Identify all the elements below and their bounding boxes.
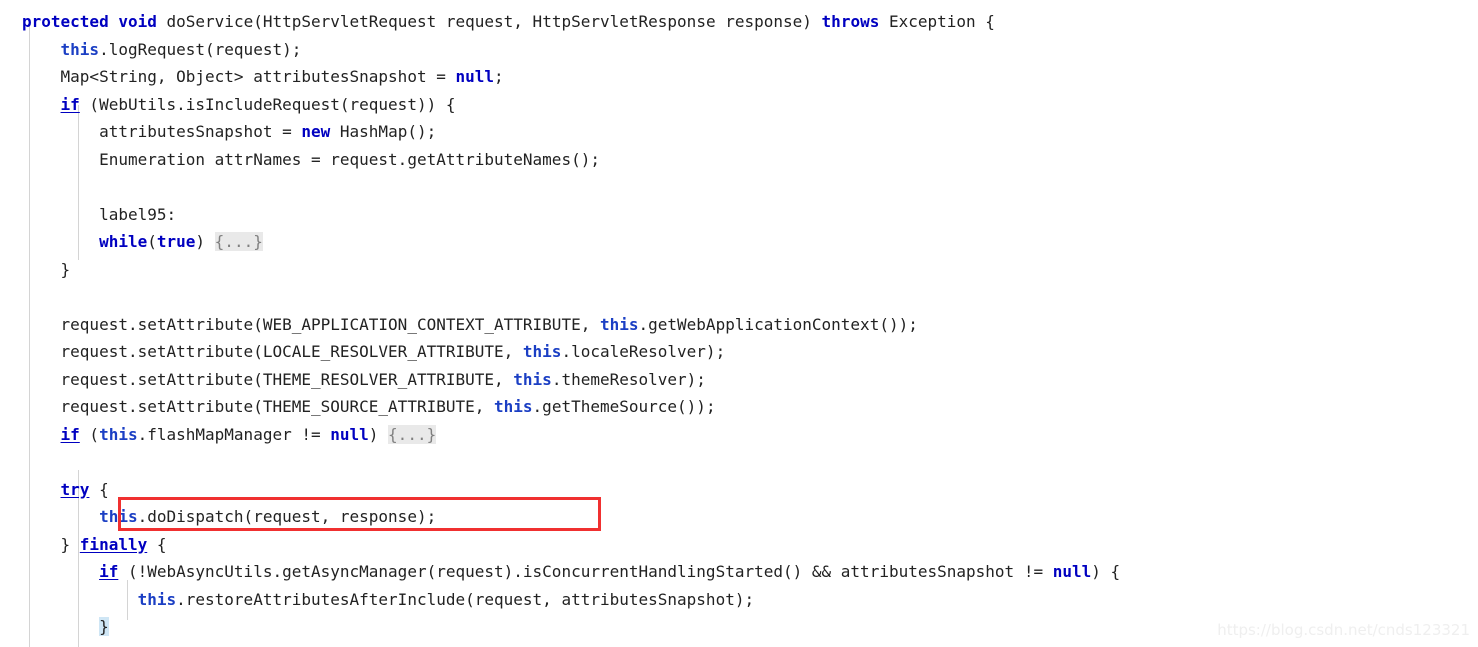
code-line[interactable]: label95: <box>22 201 176 229</box>
code-line[interactable]: try { <box>22 476 109 504</box>
code-token-plain: ) { <box>1091 562 1121 581</box>
code-token-plain: .getWebApplicationContext()); <box>638 314 918 334</box>
code-token-this: this <box>99 507 138 526</box>
code-token-plain: .themeResolver); <box>551 369 706 389</box>
code-token-plain: (!WebAsyncUtils.getAsyncManager(request)… <box>118 562 1053 581</box>
code-editor-surface[interactable]: protected void doService(HttpServletRequ… <box>0 0 1478 647</box>
code-token-fold[interactable]: {...} <box>388 424 437 444</box>
watermark-text: https://blog.csdn.net/cnds123321 <box>1217 621 1470 639</box>
code-token-plain: .localeResolver); <box>561 342 726 361</box>
code-token-plain: label95: <box>22 204 177 224</box>
code-token-kwlink[interactable]: if <box>99 562 118 581</box>
code-line[interactable]: request.setAttribute(THEME_RESOLVER_ATTR… <box>22 366 706 394</box>
code-token-kw: true <box>156 232 196 251</box>
code-token-this: this <box>60 39 100 59</box>
code-token-plain: .logRequest(request); <box>99 39 302 59</box>
code-token-kw: null <box>455 67 495 86</box>
code-token-this: this <box>513 369 552 389</box>
code-token-kw: throws <box>821 12 880 31</box>
code-token-kw: protected <box>22 12 109 31</box>
code-token-plain: ( <box>79 424 100 444</box>
code-token-plain: attributesSnapshot = <box>22 122 302 141</box>
code-line[interactable]: } <box>22 256 71 284</box>
code-line[interactable]: protected void doService(HttpServletRequ… <box>22 8 995 36</box>
code-token-this: this <box>137 589 177 609</box>
code-token-kw: null <box>330 424 369 444</box>
code-token-fold[interactable]: {...} <box>214 232 263 251</box>
code-line[interactable] <box>22 448 32 476</box>
code-line[interactable]: Enumeration attrNames = request.getAttri… <box>22 146 600 174</box>
code-token-bracehl: } <box>99 617 109 636</box>
code-viewer-window: protected void doService(HttpServletRequ… <box>0 0 1478 647</box>
code-token-plain: request.setAttribute(LOCALE_RESOLVER_ATT… <box>22 342 523 361</box>
code-line[interactable] <box>22 283 32 311</box>
code-token-kw: while <box>99 232 148 251</box>
code-line[interactable]: if (WebUtils.isIncludeRequest(request)) … <box>22 91 456 119</box>
code-line[interactable] <box>22 173 32 201</box>
code-line[interactable]: if (this.flashMapManager != null) {...} <box>22 421 437 449</box>
code-line[interactable]: request.setAttribute(LOCALE_RESOLVER_ATT… <box>22 338 726 366</box>
code-line[interactable]: this.restoreAttributesAfterInclude(reque… <box>22 586 755 614</box>
code-token-plain: .doDispatch(request, response); <box>137 507 437 526</box>
code-token-kw: void <box>118 12 157 31</box>
code-token-this: this <box>522 342 562 361</box>
code-line[interactable]: request.setAttribute(WEB_APPLICATION_CON… <box>22 311 918 339</box>
code-token-plain: request.setAttribute(THEME_SOURCE_ATTRIB… <box>22 397 495 416</box>
code-token-plain: } <box>22 259 71 279</box>
code-token-plain: HashMap(); <box>330 122 437 141</box>
code-token-plain: Exception { <box>879 12 995 31</box>
code-line[interactable]: this.doDispatch(request, response); <box>22 503 436 531</box>
code-token-kw: null <box>1052 562 1092 581</box>
code-token-plain: doService(HttpServletRequest request, Ht… <box>156 12 822 31</box>
code-token-plain: Enumeration attrNames = request.getAttri… <box>22 149 600 169</box>
code-line[interactable]: while(true) {...} <box>22 228 263 256</box>
code-line[interactable]: Map<String, Object> attributesSnapshot =… <box>22 63 504 91</box>
code-token-plain: Map<String, Object> attributesSnapshot = <box>22 67 456 86</box>
code-token-plain: { <box>147 534 167 554</box>
code-token-kwlink[interactable]: finally <box>80 535 147 554</box>
code-token-plain: ; <box>494 67 504 86</box>
code-token-this: this <box>599 314 639 334</box>
code-line[interactable]: attributesSnapshot = new HashMap(); <box>22 118 436 146</box>
code-token-plain: (WebUtils.isIncludeRequest(request)) { <box>79 94 456 114</box>
code-token-kwlink[interactable]: if <box>61 95 80 114</box>
code-line[interactable]: if (!WebAsyncUtils.getAsyncManager(reque… <box>22 558 1120 586</box>
code-token-plain: request.setAttribute(THEME_RESOLVER_ATTR… <box>22 369 514 389</box>
code-token-plain: ) <box>195 232 215 251</box>
code-token-plain: request.setAttribute(WEB_APPLICATION_CON… <box>22 314 600 334</box>
code-token-kw: new <box>301 122 331 141</box>
code-token-this: this <box>494 397 533 416</box>
code-token-plain: .getThemeSource()); <box>532 397 716 416</box>
code-token-plain: ) <box>368 424 389 444</box>
code-line[interactable]: this.logRequest(request); <box>22 36 302 64</box>
code-token-this: this <box>99 424 138 444</box>
code-line[interactable]: request.setAttribute(THEME_SOURCE_ATTRIB… <box>22 393 716 421</box>
code-token-plain: ( <box>147 232 157 251</box>
code-line[interactable]: } finally { <box>22 531 167 559</box>
code-token-plain: .restoreAttributesAfterInclude(request, … <box>176 589 755 609</box>
code-token-plain: .flashMapManager != <box>137 424 331 444</box>
code-token-plain: } <box>22 534 80 554</box>
code-token-plain: { <box>89 479 109 499</box>
code-token-kwlink[interactable]: if <box>61 425 80 444</box>
code-line[interactable]: } <box>22 613 109 641</box>
code-token-kwlink[interactable]: try <box>61 480 90 499</box>
